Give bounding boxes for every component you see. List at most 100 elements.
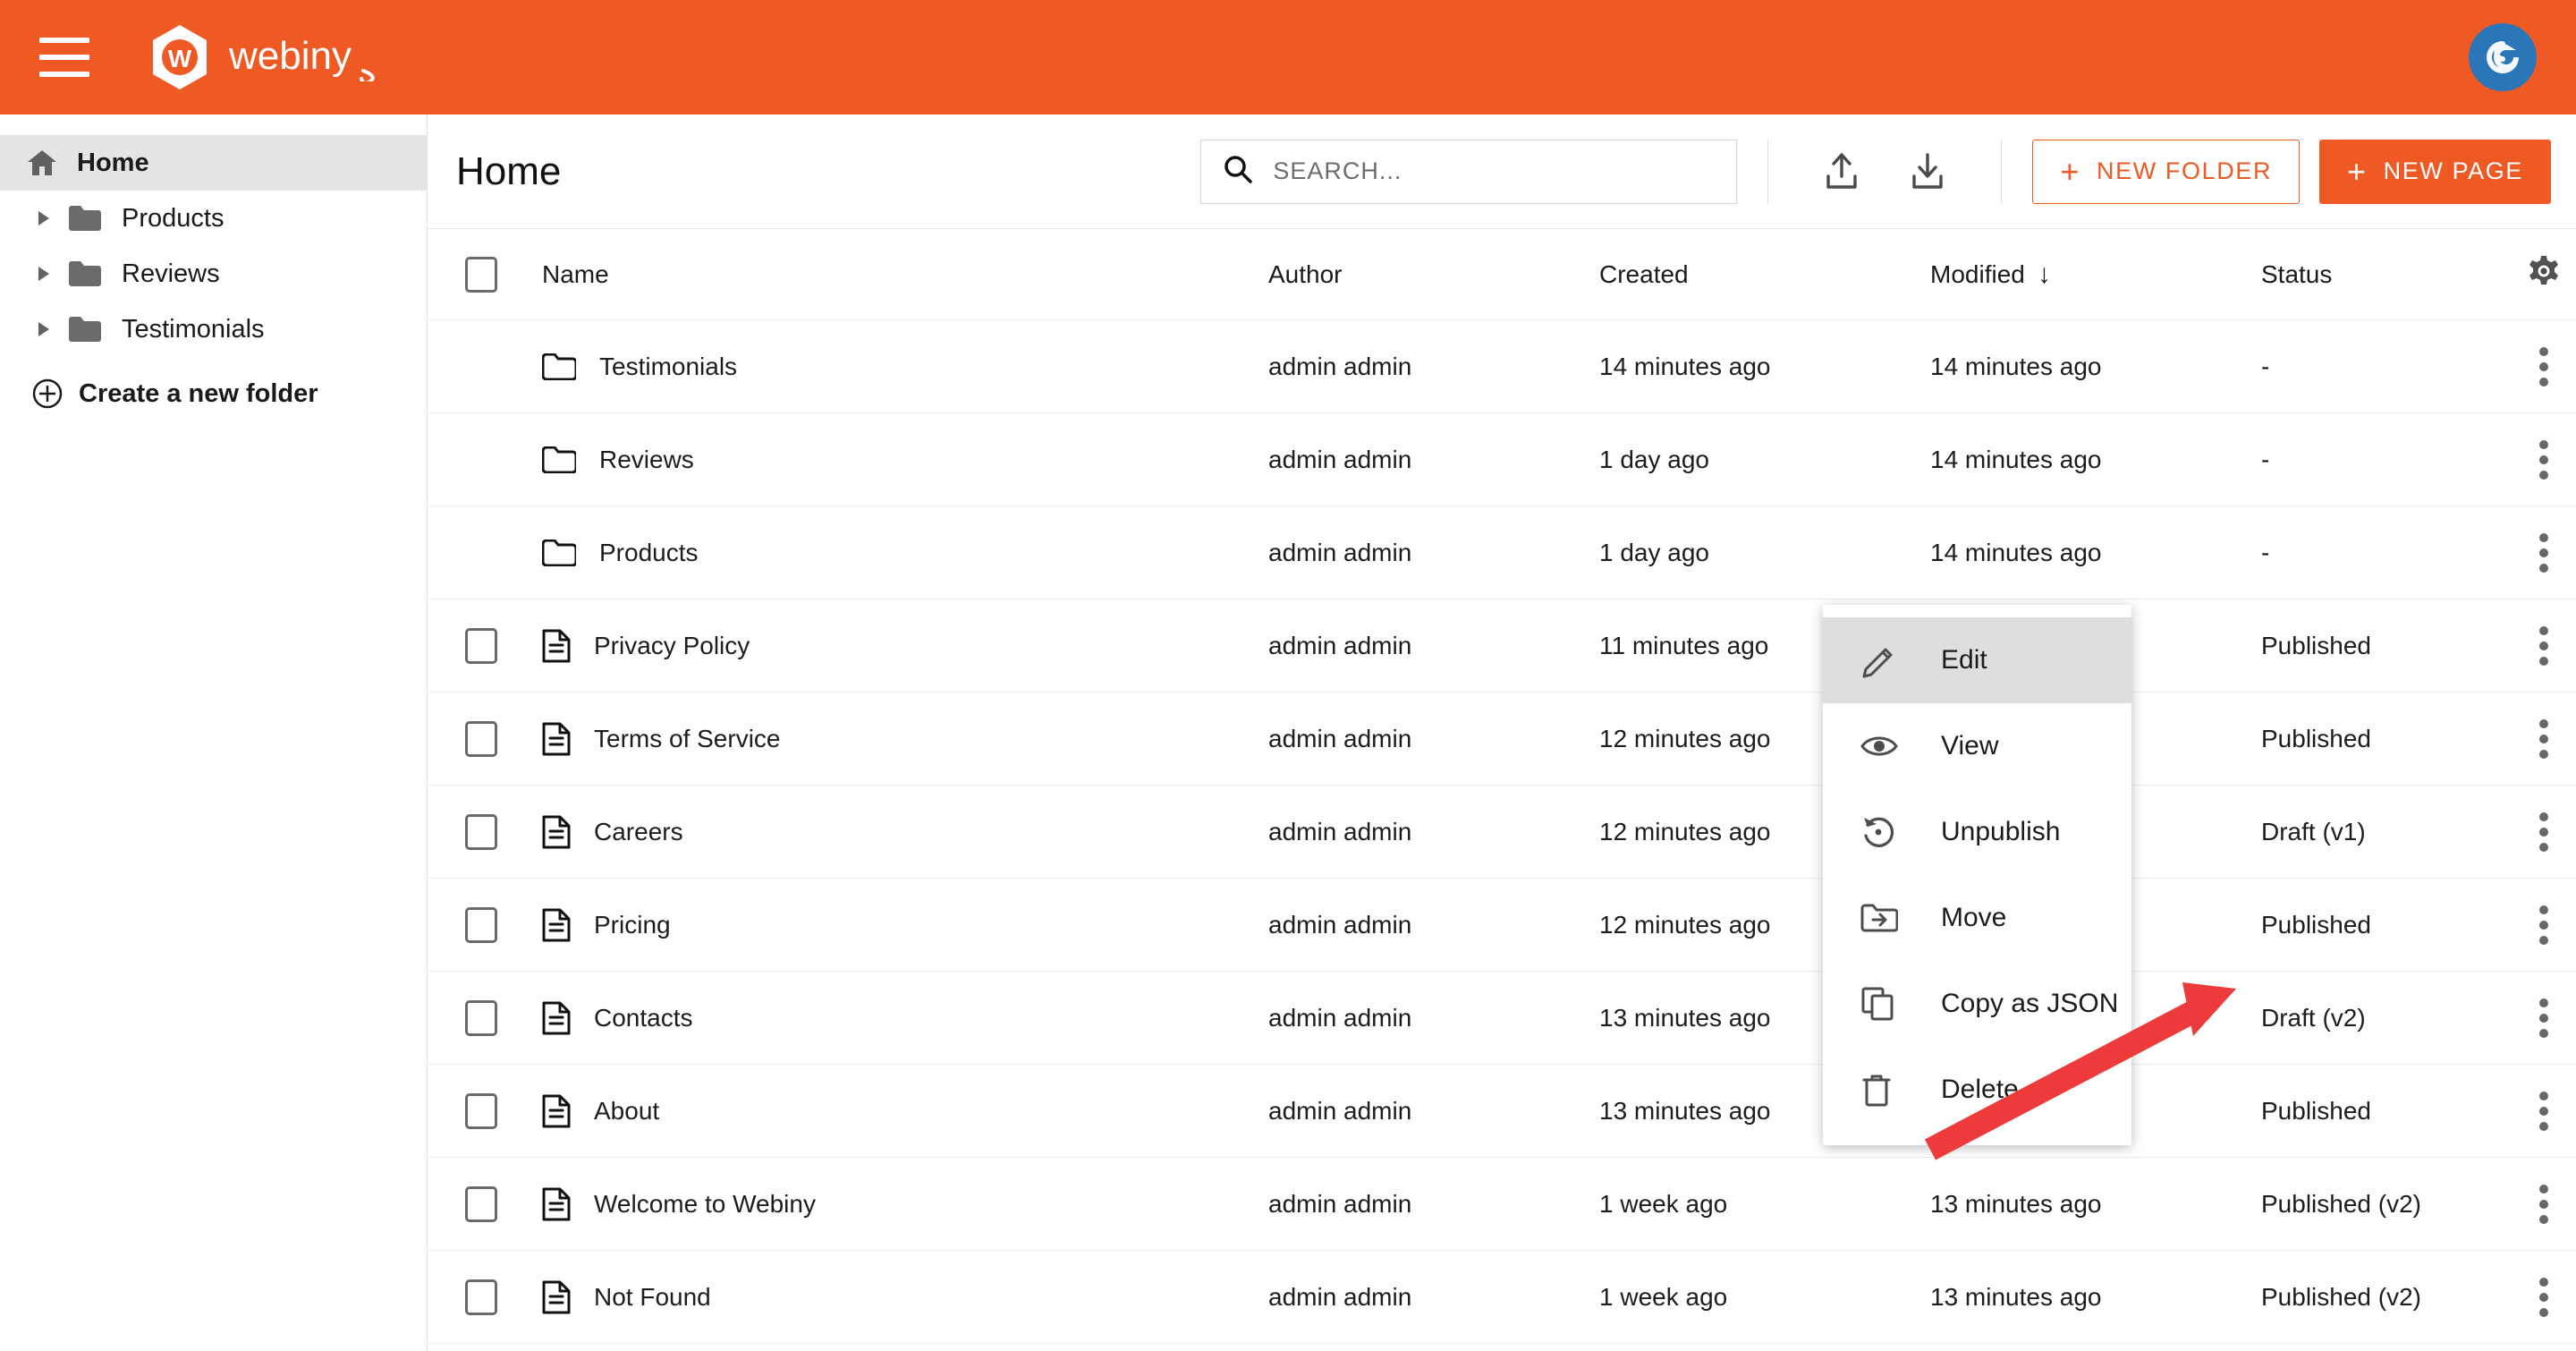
row-actions-button[interactable] bbox=[2530, 990, 2557, 1047]
row-author: admin admin bbox=[1268, 1004, 1599, 1032]
row-actions-cell bbox=[2512, 803, 2576, 861]
row-name-cell[interactable]: Contacts bbox=[535, 1001, 1268, 1035]
copy-icon bbox=[1860, 986, 1900, 1022]
new-page-button[interactable]: + NEW PAGE bbox=[2319, 140, 2551, 204]
chevron-right-icon[interactable] bbox=[32, 318, 55, 341]
folder-icon bbox=[68, 260, 102, 287]
row-actions-button[interactable] bbox=[2530, 524, 2557, 582]
page-file-icon bbox=[542, 722, 571, 756]
row-actions-button[interactable] bbox=[2530, 896, 2557, 954]
row-created: 1 week ago bbox=[1599, 1190, 1930, 1219]
row-name-cell[interactable]: Welcome to Webiny bbox=[535, 1187, 1268, 1221]
row-check-cell bbox=[428, 1279, 535, 1315]
chevron-right-icon[interactable] bbox=[32, 262, 55, 285]
hamburger-menu-icon[interactable] bbox=[39, 38, 89, 77]
chevron-right-icon[interactable] bbox=[32, 207, 55, 230]
context-menu-item-unpublish[interactable]: Unpublish bbox=[1823, 789, 2131, 875]
row-name-label: Terms of Service bbox=[594, 725, 781, 753]
search-box[interactable] bbox=[1200, 140, 1737, 204]
table-row[interactable]: Productsadmin admin1 day ago14 minutes a… bbox=[428, 506, 2576, 599]
row-status: - bbox=[2261, 446, 2512, 474]
table-row[interactable]: Terms of Serviceadmin admin12 minutes ag… bbox=[428, 692, 2576, 786]
page-file-icon bbox=[542, 1187, 571, 1221]
create-new-folder-button[interactable]: Create a new folder bbox=[0, 366, 427, 421]
context-menu-item-copy-as-json[interactable]: Copy as JSON bbox=[1823, 961, 2131, 1047]
table-row[interactable]: Careersadmin admin12 minutes ago12 minut… bbox=[428, 786, 2576, 879]
row-status: Published (v2) bbox=[2261, 1190, 2512, 1219]
row-check-cell bbox=[428, 1186, 535, 1222]
plus-icon: + bbox=[2347, 156, 2368, 188]
row-checkbox[interactable] bbox=[465, 721, 497, 757]
context-menu-item-delete[interactable]: Delete bbox=[1823, 1047, 2131, 1133]
user-avatar[interactable] bbox=[2469, 23, 2537, 91]
select-all-checkbox[interactable] bbox=[465, 257, 497, 293]
home-icon bbox=[27, 149, 57, 177]
sidebar-item-home[interactable]: Home bbox=[0, 135, 427, 191]
row-author: admin admin bbox=[1268, 911, 1599, 939]
folder-icon bbox=[542, 446, 576, 473]
table-row[interactable]: Pricingadmin admin12 minutes ago12 minut… bbox=[428, 879, 2576, 972]
row-name-label: Pricing bbox=[594, 911, 671, 939]
row-actions-cell bbox=[2512, 431, 2576, 489]
sidebar-item-testimonials[interactable]: Testimonials bbox=[0, 302, 427, 357]
row-name-cell[interactable]: Terms of Service bbox=[535, 722, 1268, 756]
row-name-cell[interactable]: Careers bbox=[535, 815, 1268, 849]
row-actions-button[interactable] bbox=[2530, 338, 2557, 395]
column-header-created[interactable]: Created bbox=[1599, 260, 1930, 289]
gear-icon[interactable] bbox=[2526, 253, 2562, 295]
column-header-status[interactable]: Status bbox=[2261, 260, 2512, 289]
row-actions-button[interactable] bbox=[2530, 431, 2557, 489]
context-menu-item-label: View bbox=[1941, 731, 1998, 761]
context-menu-item-move[interactable]: Move bbox=[1823, 875, 2131, 961]
sidebar-item-products[interactable]: Products bbox=[0, 191, 427, 246]
sidebar-item-reviews[interactable]: Reviews bbox=[0, 246, 427, 302]
table-row[interactable]: Contactsadmin admin13 minutes ago12 minu… bbox=[428, 972, 2576, 1065]
sidebar-item-reviews-label: Reviews bbox=[122, 259, 220, 289]
row-checkbox[interactable] bbox=[465, 1000, 497, 1036]
new-folder-button[interactable]: + NEW FOLDER bbox=[2032, 140, 2300, 204]
row-checkbox[interactable] bbox=[465, 1093, 497, 1129]
row-author: admin admin bbox=[1268, 725, 1599, 753]
column-header-name[interactable]: Name bbox=[535, 260, 1268, 289]
row-author: admin admin bbox=[1268, 818, 1599, 846]
context-menu-item-label: Delete bbox=[1941, 1075, 2019, 1105]
table-row[interactable]: Aboutadmin admin13 minutes ago13 minutes… bbox=[428, 1065, 2576, 1158]
row-checkbox[interactable] bbox=[465, 1186, 497, 1222]
row-checkbox[interactable] bbox=[465, 1279, 497, 1315]
row-actions-button[interactable] bbox=[2530, 1176, 2557, 1233]
table-row[interactable]: Privacy Policyadmin admin11 minutes ago1… bbox=[428, 599, 2576, 692]
sidebar-item-testimonials-label: Testimonials bbox=[122, 315, 265, 344]
row-name-cell[interactable]: Not Found bbox=[535, 1280, 1268, 1314]
row-name-cell[interactable]: About bbox=[535, 1094, 1268, 1128]
context-menu-item-label: Edit bbox=[1941, 645, 1987, 676]
row-name-cell[interactable]: Reviews bbox=[535, 446, 1268, 474]
context-menu-item-view[interactable]: View bbox=[1823, 703, 2131, 789]
row-checkbox[interactable] bbox=[465, 814, 497, 850]
context-menu-item-edit[interactable]: Edit bbox=[1823, 617, 2131, 703]
page-title: Home bbox=[456, 149, 561, 194]
gravatar-spiral-icon bbox=[2482, 37, 2523, 78]
row-checkbox[interactable] bbox=[465, 907, 497, 943]
row-name-cell[interactable]: Products bbox=[535, 539, 1268, 567]
row-name-cell[interactable]: Pricing bbox=[535, 908, 1268, 942]
table-row[interactable]: Testimonialsadmin admin14 minutes ago14 … bbox=[428, 320, 2576, 413]
table-row[interactable]: Not Foundadmin admin1 week ago13 minutes… bbox=[428, 1251, 2576, 1344]
table-header-row: Name Author Created Modified ↓ Status bbox=[428, 229, 2576, 320]
column-header-modified[interactable]: Modified ↓ bbox=[1930, 260, 2261, 289]
import-button[interactable] bbox=[1813, 143, 1870, 200]
row-actions-button[interactable] bbox=[2530, 710, 2557, 768]
search-input[interactable] bbox=[1273, 157, 1736, 185]
webiny-logo[interactable]: W webiny bbox=[150, 24, 408, 90]
row-context-menu: Edit View UnpublishMoveCopy as JSON Delete bbox=[1823, 605, 2131, 1145]
table-row[interactable]: Reviewsadmin admin1 day ago14 minutes ag… bbox=[428, 413, 2576, 506]
row-actions-button[interactable] bbox=[2530, 803, 2557, 861]
row-actions-button[interactable] bbox=[2530, 1269, 2557, 1326]
table-row[interactable]: Welcome to Webinyadmin admin1 week ago13… bbox=[428, 1158, 2576, 1251]
row-name-cell[interactable]: Privacy Policy bbox=[535, 629, 1268, 663]
row-actions-button[interactable] bbox=[2530, 1083, 2557, 1140]
row-actions-button[interactable] bbox=[2530, 617, 2557, 675]
column-header-author[interactable]: Author bbox=[1268, 260, 1599, 289]
row-name-cell[interactable]: Testimonials bbox=[535, 353, 1268, 381]
row-checkbox[interactable] bbox=[465, 628, 497, 664]
export-button[interactable] bbox=[1899, 143, 1956, 200]
